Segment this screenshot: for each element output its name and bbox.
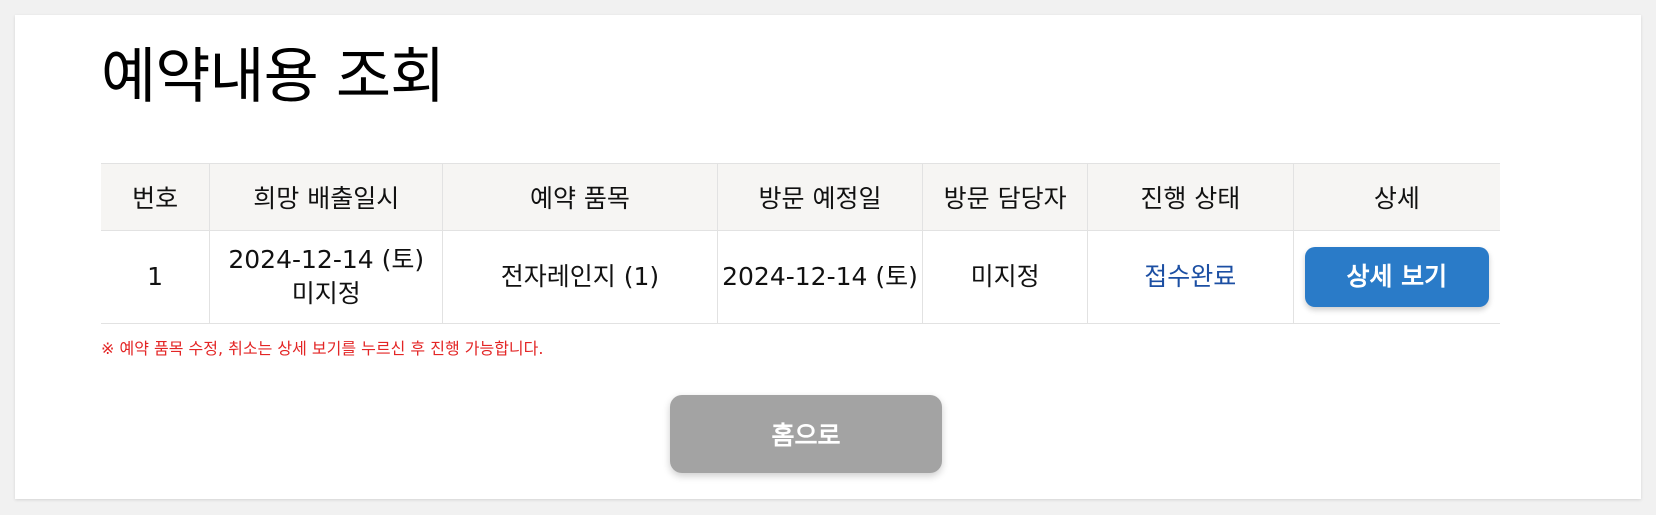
cell-visit-date: 2024-12-14 (토) (716, 230, 923, 324)
cell-status: 접수완료 (1086, 230, 1294, 324)
column-header-number: 번호 (101, 163, 210, 231)
column-header-visit-date: 방문 예정일 (716, 163, 923, 231)
cell-number: 1 (101, 230, 210, 324)
reservation-card: 예약내용 조회 번호 희망 배출일시 예약 품목 방문 예정일 방문 담당자 진… (15, 15, 1641, 499)
cell-item: 전자레인지 (1) (442, 230, 718, 324)
column-header-staff: 방문 담당자 (922, 163, 1088, 231)
column-header-detail: 상세 (1292, 163, 1500, 231)
page-title: 예약내용 조회 (101, 42, 445, 112)
notice-text: ※ 예약 품목 수정, 취소는 상세 보기를 누르신 후 진행 가능합니다. (101, 339, 544, 358)
column-header-desired-date: 희망 배출일시 (209, 163, 443, 231)
detail-view-button[interactable]: 상세 보기 (1304, 247, 1489, 307)
home-button[interactable]: 홈으로 (670, 395, 942, 473)
table-row: 1 2024-12-14 (토) 미지정 전자레인지 (1) 2024-12-1… (101, 230, 1500, 324)
table-header-row: 번호 희망 배출일시 예약 품목 방문 예정일 방문 담당자 진행 상태 상세 (101, 163, 1500, 231)
reservation-table: 번호 희망 배출일시 예약 품목 방문 예정일 방문 담당자 진행 상태 상세 … (101, 163, 1500, 324)
column-header-item: 예약 품목 (442, 163, 718, 231)
cell-staff: 미지정 (922, 230, 1088, 324)
cell-desired-date: 2024-12-14 (토) 미지정 (209, 230, 443, 324)
desired-time-text: 미지정 (291, 279, 361, 308)
cell-detail: 상세 보기 (1292, 230, 1500, 324)
desired-date-text: 2024-12-14 (토) (228, 245, 425, 274)
column-header-status: 진행 상태 (1086, 163, 1294, 231)
